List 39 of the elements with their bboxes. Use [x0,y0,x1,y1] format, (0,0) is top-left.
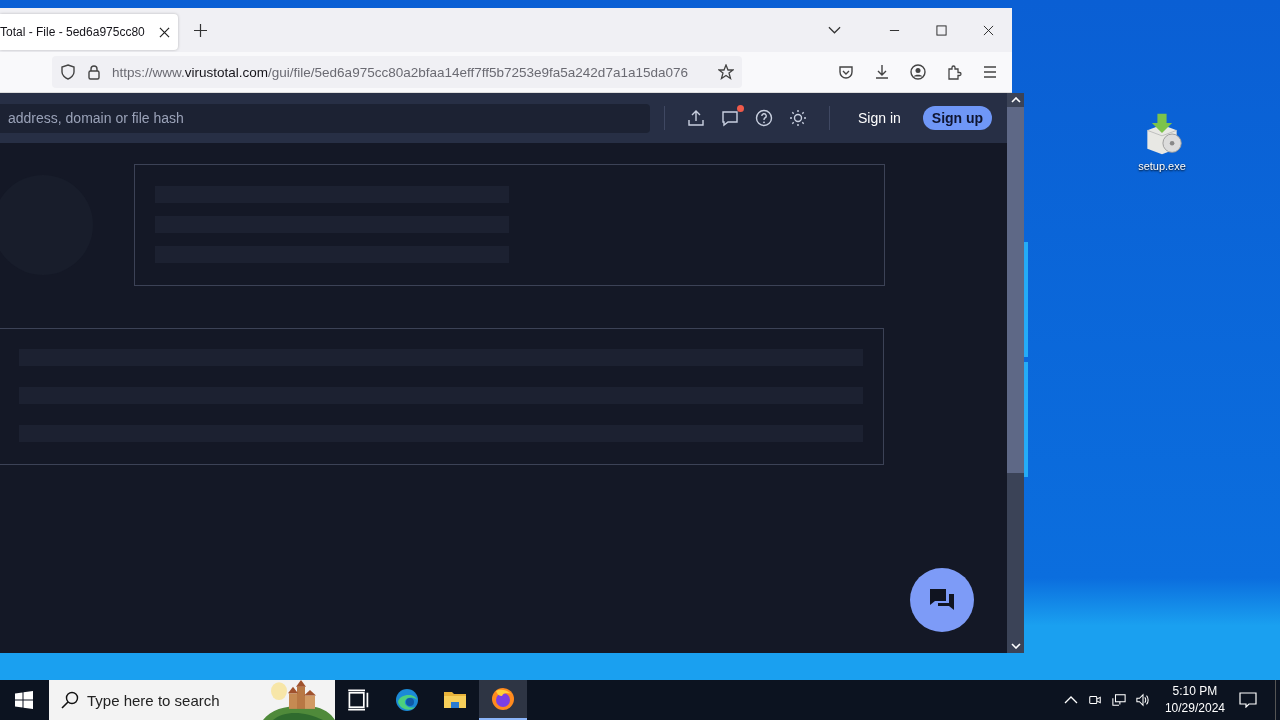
search-icon [61,691,79,709]
firefox-taskbar-button[interactable] [479,680,527,720]
chevron-down-icon[interactable] [828,26,841,34]
sign-up-button[interactable]: Sign up [922,106,993,130]
search-input[interactable]: Type here to search [79,690,263,710]
shield-icon[interactable] [60,64,76,80]
volume-icon[interactable] [1135,693,1150,707]
search-field[interactable]: address, domain or file hash [0,103,650,133]
camera-icon[interactable] [1087,693,1102,707]
desktop-icon[interactable]: setup.exe [1130,112,1194,172]
scrollbar[interactable] [1007,93,1025,653]
address-bar[interactable]: https://www.virustotal.com/gui/file/5ed6a975cc80a2bfaa14eff7ff5b7253e9fa5a242d7a1a15da076 [52,56,742,88]
star-icon[interactable] [718,64,734,80]
help-icon[interactable] [755,109,773,127]
clock-time[interactable]: 5:10 PM [1172,683,1218,700]
clock-date[interactable]: 10/29/2024 [1164,700,1225,717]
search-input[interactable]: address, domain or file hash [0,109,650,127]
notification-icon[interactable] [1239,692,1257,708]
edge-browser-icon [395,688,419,712]
lock-icon[interactable] [86,64,102,80]
scroll-up-icon[interactable] [1010,97,1021,103]
account-icon[interactable] [910,64,926,80]
browser-tab[interactable]: Total - File - 5ed6a975cc80 [0,14,178,50]
sign-in-link[interactable]: Sign in [858,110,901,126]
fox-globe-icon [491,687,515,711]
taskbar-search-field[interactable]: Type here to search [49,680,335,720]
upload-icon[interactable] [687,109,705,127]
task-view-icon [347,688,371,712]
url-text: https://www.virustotal.com/gui/file/5ed6a975cc80a2bfaa14eff7ff5b7253e9fa5a242d7a1a15da076 [112,64,689,80]
close-icon[interactable] [159,26,170,38]
network-icon[interactable] [1111,693,1126,707]
menu-icon[interactable] [982,64,998,80]
puzzle-icon[interactable] [946,64,962,80]
chat-icon[interactable] [721,109,739,127]
sun-icon[interactable] [789,109,807,127]
download-icon[interactable] [874,64,890,80]
plus-icon[interactable] [194,23,207,37]
pocket-icon[interactable] [838,64,854,80]
scroll-down-icon[interactable] [1010,643,1021,649]
